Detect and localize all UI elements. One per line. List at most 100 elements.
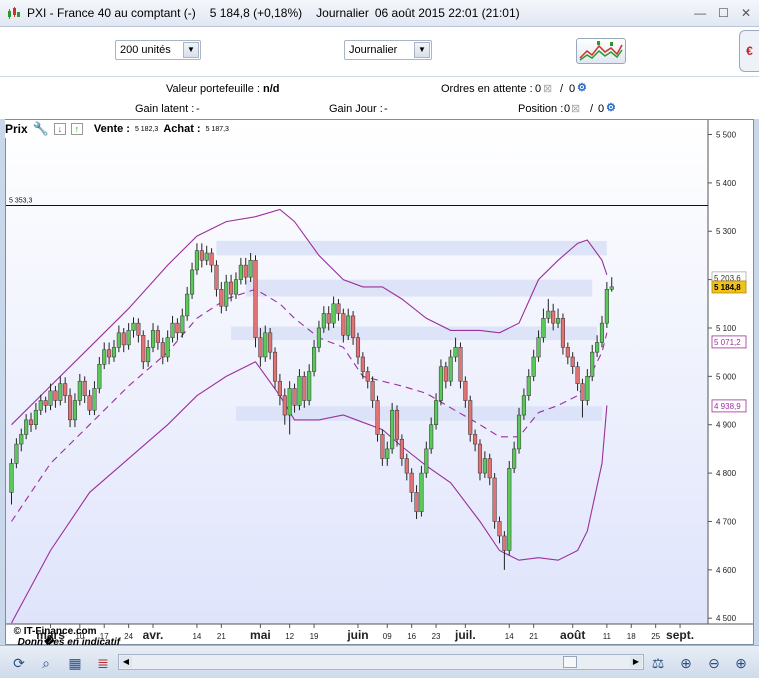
candle-body <box>551 310 556 324</box>
candle-body <box>536 337 541 358</box>
candle-body <box>394 409 400 440</box>
chevron-down-icon[interactable]: ▼ <box>183 42 199 58</box>
candle-body <box>507 468 512 551</box>
gear-icon[interactable]: ⚙ <box>606 101 616 114</box>
chart-canvas[interactable]: 4 5004 6004 7004 8004 9005 0005 1005 200… <box>6 120 753 644</box>
price-chart[interactable]: 4 5004 6004 7004 8004 9005 0005 1005 200… <box>5 119 754 645</box>
candle-body <box>512 448 517 469</box>
candle-body <box>146 347 151 363</box>
indicator-icon[interactable]: ⚖ <box>649 654 667 672</box>
candle-body <box>414 492 419 513</box>
window-period: Journalier <box>316 6 369 20</box>
candle-body <box>331 303 336 324</box>
chart-scrollbar[interactable]: ◀ ▶ <box>118 654 644 670</box>
title-bar: PXI - France 40 au comptant (-) 5 184,8 … <box>0 0 759 27</box>
chart-type-button[interactable] <box>576 38 626 64</box>
candle-body <box>107 349 112 358</box>
wrench-icon[interactable]: 🔧 <box>33 121 49 137</box>
candle-body <box>565 347 570 358</box>
x-tick-label: sept. <box>666 628 694 642</box>
price-zone <box>216 240 607 256</box>
units-select[interactable]: 200 unités ▼ <box>115 40 201 60</box>
candle-body <box>19 434 24 445</box>
position-value: 0 <box>564 103 571 115</box>
buy-arrow-icon[interactable]: ↑ <box>70 123 83 135</box>
candle-body <box>312 347 317 372</box>
candle-body <box>390 409 395 450</box>
candle-body <box>487 458 492 479</box>
candle-body <box>68 395 73 421</box>
y-tick-label: 4 500 <box>716 614 737 623</box>
scroll-left-icon[interactable]: ◀ <box>120 656 132 668</box>
ordres-value: 0 <box>535 83 542 95</box>
candle-body <box>116 332 121 348</box>
candle-body <box>473 434 478 445</box>
candle-body <box>136 322 141 336</box>
y-tick-label: 5 300 <box>716 227 737 236</box>
candle-body <box>355 337 361 358</box>
gear-icon[interactable]: ⚙ <box>577 81 587 94</box>
candle-body <box>9 463 14 493</box>
price-zone <box>245 279 593 297</box>
position-value-2: 0 <box>598 103 605 115</box>
chevron-down-icon[interactable]: ▼ <box>414 42 430 58</box>
candle-body <box>399 438 404 459</box>
achat-value: 5 187,3 <box>205 125 229 133</box>
candle-body <box>580 383 585 401</box>
y-tick-label: 5 500 <box>716 131 737 140</box>
zoom-fit-icon[interactable]: ⌕ <box>37 654 55 672</box>
price-tag: 4 938,9 <box>711 399 747 413</box>
side-panel-tab[interactable]: € <box>739 30 759 72</box>
candle-body <box>560 318 565 348</box>
candle-body <box>370 380 375 401</box>
candle-body <box>434 400 439 425</box>
candle-body <box>297 376 302 406</box>
candle-body <box>263 332 268 358</box>
candle-body <box>268 332 273 353</box>
ordres-label: Ordres en attente : <box>441 83 533 95</box>
close-icon[interactable]: ✕ <box>741 6 751 20</box>
calculator-icon[interactable]: ▦ <box>66 654 84 672</box>
scroll-thumb[interactable] <box>563 656 577 668</box>
maximize-icon[interactable]: ☐ <box>718 6 729 20</box>
refresh-icon[interactable]: ⟳ <box>10 654 28 672</box>
zoom-out-icon[interactable]: ⊖ <box>705 654 723 672</box>
candle-body <box>556 318 561 324</box>
sell-arrow-icon[interactable]: ↓ <box>53 123 66 135</box>
candle-body <box>253 260 258 338</box>
zoom-area-icon[interactable]: ⊕ <box>677 654 695 672</box>
position-label: Position : <box>518 103 564 115</box>
candle-body <box>214 264 219 290</box>
candle-body <box>63 383 68 396</box>
candle-body <box>38 400 43 411</box>
candle-body <box>492 477 497 522</box>
period-select[interactable]: Journalier ▼ <box>344 40 432 60</box>
x-tick-label: 19 <box>310 632 319 641</box>
y-tick-label: 4 700 <box>716 517 737 526</box>
y-tick-label: 5 100 <box>716 324 737 333</box>
candle-body <box>351 315 356 338</box>
candle-body <box>336 303 341 314</box>
candle-body <box>175 322 180 334</box>
cancel-orders-icon[interactable]: ⊠ <box>543 82 552 95</box>
chart-signals-icon <box>579 41 623 61</box>
candle-body <box>448 356 453 382</box>
zoom-in-icon[interactable]: ⊕ <box>732 654 750 672</box>
candle-body <box>199 250 204 261</box>
candle-body <box>204 252 209 261</box>
candle-body <box>521 395 526 416</box>
price-tag: 5 184,8 <box>711 280 747 294</box>
candle-body <box>77 380 82 401</box>
chart-bars-icon[interactable]: ≣ <box>94 654 112 672</box>
scroll-right-icon[interactable]: ▶ <box>630 656 642 668</box>
candle-body <box>609 286 614 290</box>
valeur-label: Valeur portefeuille : <box>166 83 260 95</box>
minimize-icon[interactable]: — <box>694 6 706 20</box>
chart-legend: Prix 🔧 ↓ ↑ Vente : 5 182,3 Achat : 5 187… <box>5 120 229 138</box>
toolbar: 200 unités ▼ Journalier ▼ <box>0 27 759 77</box>
candle-body <box>516 414 522 450</box>
price-tag-label: 4 938,9 <box>714 402 741 411</box>
close-position-icon[interactable]: ⊠ <box>571 102 580 115</box>
candle-body <box>131 322 136 331</box>
candle-body <box>72 400 77 421</box>
